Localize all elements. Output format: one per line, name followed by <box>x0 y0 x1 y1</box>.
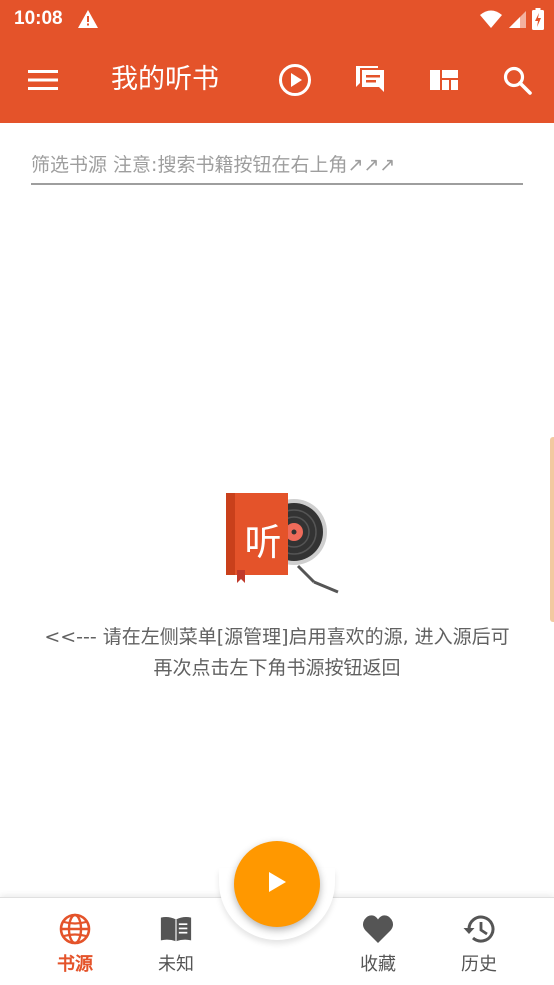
history-icon <box>462 912 496 946</box>
play-circle-icon[interactable] <box>275 60 315 100</box>
book-icon <box>159 912 193 946</box>
nav-label: 收藏 <box>360 954 396 975</box>
warning-icon <box>77 9 99 29</box>
search-icon[interactable] <box>497 60 537 100</box>
play-icon <box>267 871 287 897</box>
battery-icon <box>532 8 544 34</box>
chat-icon[interactable] <box>350 60 390 100</box>
logo-text: 听 <box>244 521 282 564</box>
nav-label: 未知 <box>158 954 194 975</box>
status-icons <box>480 8 544 34</box>
dashboard-icon[interactable] <box>424 60 464 100</box>
heart-icon <box>361 912 395 946</box>
signal-icon <box>508 9 526 33</box>
menu-icon[interactable] <box>23 60 63 100</box>
nav-item-history[interactable]: 历史 <box>439 912 519 978</box>
nav-item-unknown[interactable]: 未知 <box>136 912 216 978</box>
status-time: 10:08 <box>14 8 63 29</box>
filter-input[interactable] <box>31 148 523 182</box>
app-logo: 听 <box>222 490 342 598</box>
wifi-icon <box>480 9 502 33</box>
nav-label: 历史 <box>461 954 497 975</box>
empty-message-line-1: <<--- 请在左侧菜单[源管理]启用喜欢的源, 进入源后可 <box>44 626 510 648</box>
nav-label: 书源 <box>57 954 93 975</box>
nav-item-sources[interactable]: 书源 <box>35 912 115 978</box>
empty-state-message: <<--- 请在左侧菜单[源管理]启用喜欢的源, 进入源后可 再次点击左下角书源… <box>10 622 544 684</box>
status-bar: 10:08 <box>0 0 554 38</box>
empty-message-line-2: 再次点击左下角书源按钮返回 <box>153 657 401 679</box>
app-toolbar: 我的听书 <box>0 38 554 123</box>
page-title: 我的听书 <box>111 64 219 95</box>
play-fab-button[interactable] <box>234 841 320 927</box>
filter-field <box>31 148 523 185</box>
scroll-edge-indicator <box>550 437 554 622</box>
globe-icon <box>58 912 92 946</box>
nav-item-favorites[interactable]: 收藏 <box>338 912 418 978</box>
